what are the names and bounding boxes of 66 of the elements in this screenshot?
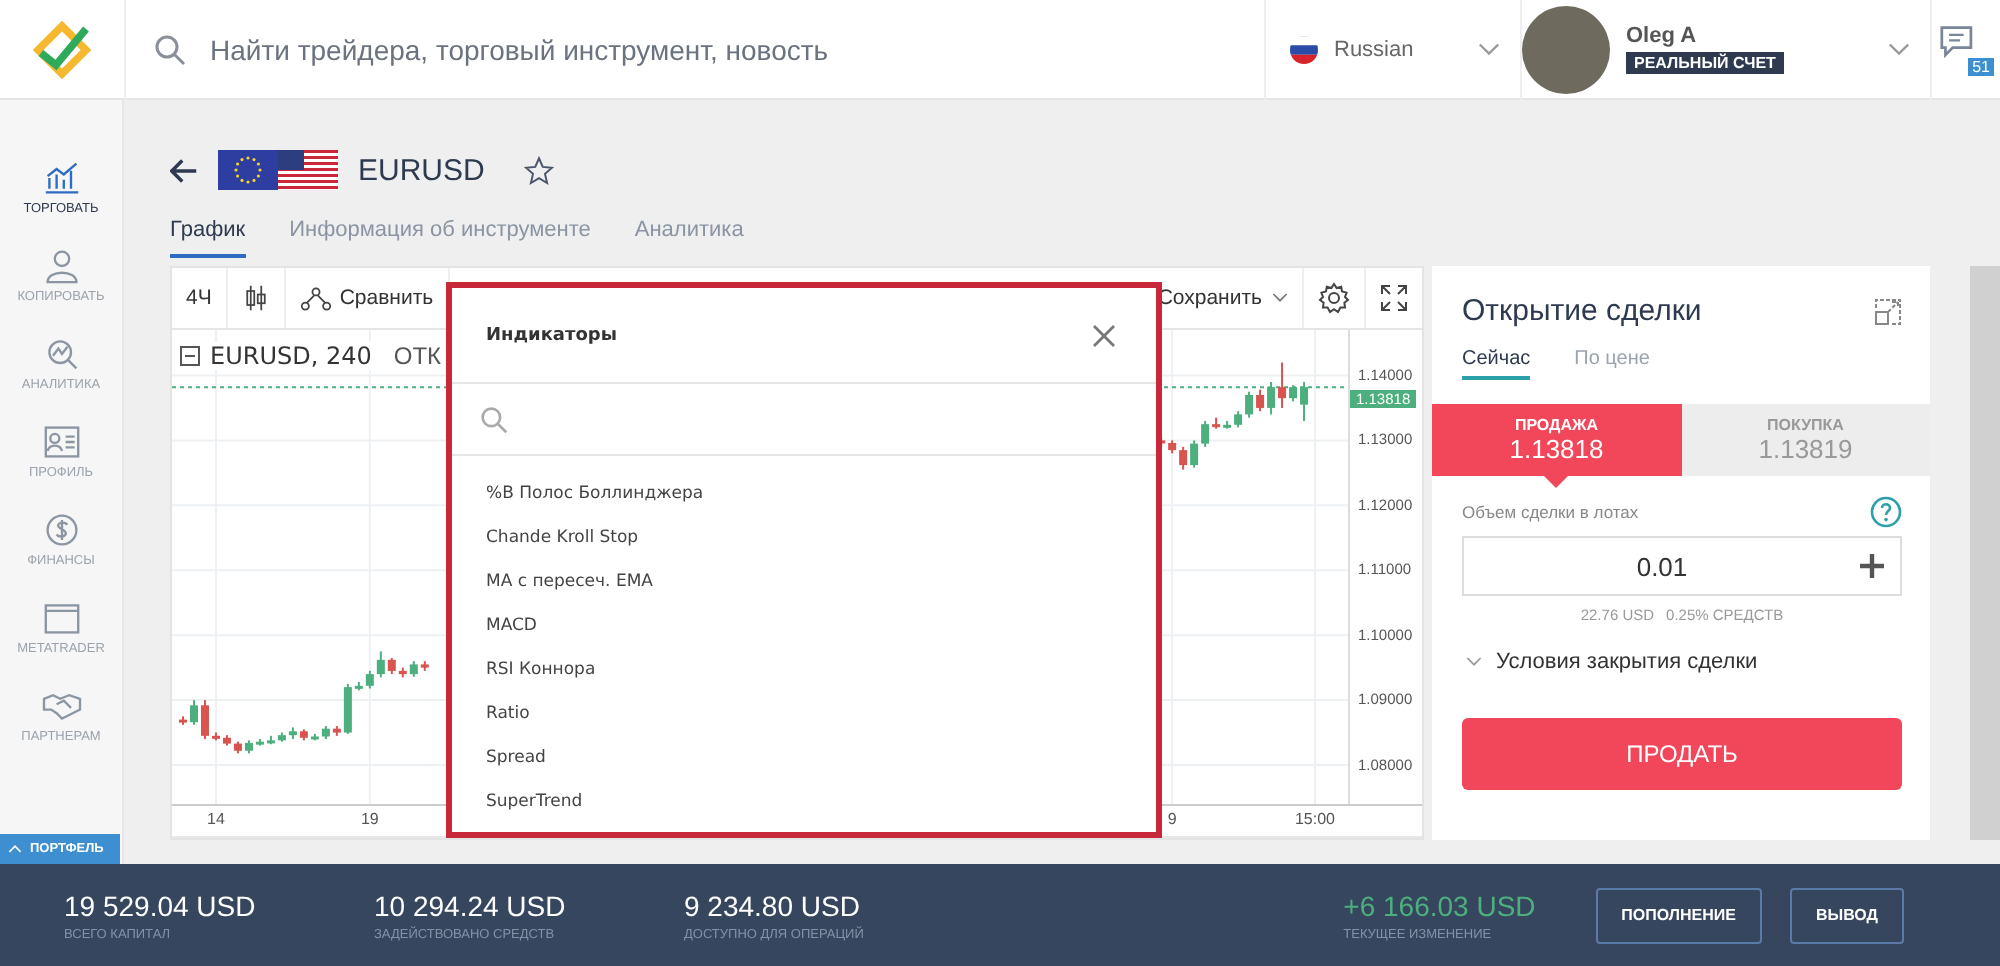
search-icon (480, 405, 508, 434)
volume-field[interactable]: 0.01 (1462, 536, 1902, 596)
pointer-icon (1544, 476, 1568, 488)
stat-value: 9 234.80 USD (684, 889, 860, 921)
action-button[interactable]: ПОПОЛНЕНИЕ (1595, 887, 1762, 943)
indicator-item[interactable]: %B Полос Боллинджера (486, 480, 704, 524)
logo-icon[interactable] (32, 19, 92, 79)
stat-value: +6 166.03 USD (1343, 889, 1536, 921)
close-icon[interactable] (1092, 323, 1116, 348)
tab[interactable]: График (170, 218, 246, 258)
indicator-item[interactable]: RSI Коннора (486, 656, 596, 700)
compare-icon[interactable] (299, 285, 332, 311)
panel-title: Открытие сделки (1462, 294, 1702, 328)
candlestick-icon[interactable] (241, 284, 270, 312)
flags-drawing (218, 150, 338, 190)
chevron-down-icon (1478, 41, 1500, 57)
time-axis-label: 15:00 (1294, 810, 1336, 828)
plus-icon[interactable] (1860, 554, 1884, 578)
chart-legend-text: ОТК (393, 342, 442, 370)
close-conditions-toggle[interactable]: Условия закрытия сделки (1432, 624, 1758, 674)
action-button[interactable]: ВЫВОД (1789, 887, 1904, 943)
scrollbar[interactable] (1970, 266, 2000, 840)
language-label: Russian (1334, 37, 1416, 61)
dialog-title: Индикаторы (486, 325, 617, 346)
search-icon (154, 33, 186, 65)
time-axis-label: 14 (207, 810, 225, 828)
account-badge: РЕАЛЬНЫЙ СЧЕТ (1626, 52, 1784, 74)
tab[interactable]: Сейчас (1462, 348, 1531, 380)
fullscreen-icon[interactable] (1380, 284, 1408, 312)
window-icon (41, 600, 81, 636)
person-icon (41, 248, 81, 284)
back-arrow-icon[interactable] (170, 157, 198, 183)
time-axis-label: 19 (360, 810, 379, 828)
chevron-down-icon[interactable] (1272, 292, 1288, 304)
user-name[interactable]: Oleg A (1626, 24, 1697, 48)
indicator-item[interactable]: Chande Kroll Stop (486, 524, 639, 568)
settings-icon[interactable] (1318, 282, 1350, 314)
chevron-down-icon (1466, 656, 1482, 668)
expand-icon[interactable] (1874, 297, 1902, 325)
indicator-item[interactable]: SuperTrend (486, 788, 583, 832)
stat-value: 19 529.04 USD (64, 889, 256, 921)
avatar-placeholder[interactable] (1522, 5, 1610, 93)
stat-value: 10 294.24 USD (374, 889, 566, 921)
candle (179, 715, 187, 726)
indicator-item[interactable]: Ratio (486, 700, 530, 744)
indicator-item[interactable]: MACD (486, 612, 537, 656)
handshake-icon (41, 688, 81, 724)
field-label: Объем сделки в лотах (1462, 502, 1639, 522)
bar-chart-icon (41, 160, 81, 196)
dollar-coin-icon (41, 512, 81, 548)
collapse-icon[interactable] (180, 346, 200, 366)
help-icon[interactable] (1870, 496, 1902, 528)
chevron-up-icon (8, 844, 22, 854)
chart-legend-symbol[interactable]: EURUSD, 240 (210, 342, 372, 370)
compare-button[interactable]: Сравнить (339, 286, 434, 310)
indicator-item[interactable]: Spread (486, 744, 546, 788)
instrument-symbol: EURUSD (358, 153, 485, 187)
interval-button[interactable]: 4Ч (172, 268, 228, 328)
flag-icon (1290, 35, 1318, 63)
time-axis-label: 9 (1167, 810, 1177, 828)
sell-button[interactable]: ПРОДАТЬ (1462, 718, 1902, 790)
profile-card-icon (41, 424, 81, 460)
indicator-item[interactable]: MA с пересеч. EMA (486, 568, 653, 612)
language-dropdown[interactable]: Russian (1264, 0, 1520, 99)
chevron-down-icon[interactable] (1888, 41, 1910, 57)
star-icon[interactable] (524, 155, 555, 185)
